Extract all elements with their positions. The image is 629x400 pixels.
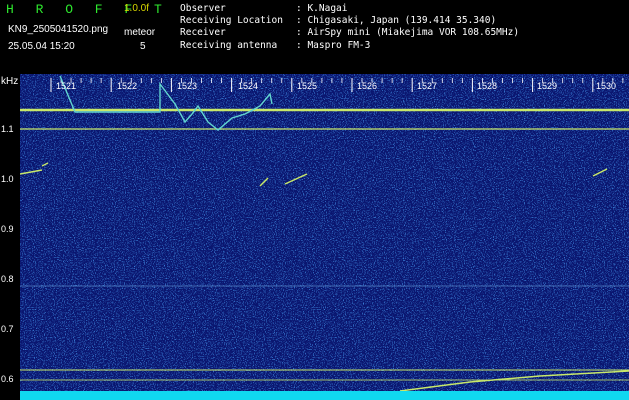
freq-label-0.7: 0.7: [1, 324, 14, 334]
time-label-1530: 1530: [596, 81, 616, 91]
filename-label: KN9_2505041520.png: [8, 24, 109, 35]
time-label-1527: 1527: [417, 81, 437, 91]
spectrogram: 1521 1522 1523 1524 1525 1526 1527 1528 …: [20, 74, 629, 400]
info-row-location: Receiving Location: Chigasaki, Japan (13…: [180, 15, 497, 27]
noise-texture: [20, 74, 629, 400]
header-panel: H R O F F T 1.0.0f KN9_2505041520.png me…: [0, 0, 629, 74]
version-label: 1.0.0f: [124, 3, 150, 14]
time-label-1529: 1529: [537, 81, 557, 91]
info-row-receiver: Receiver: AirSpy mini (Miakejima VOR 108…: [180, 27, 520, 39]
freq-label-0.9: 0.9: [1, 224, 14, 234]
frequency-axis: 1.1 1.0 0.9 0.8 0.7 0.6: [0, 74, 20, 400]
time-label-1528: 1528: [477, 81, 497, 91]
time-label-1522: 1522: [117, 81, 137, 91]
time-label-1521: 1521: [56, 81, 76, 91]
info-row-antenna: Receiving antenna: Maspro FM-3: [180, 39, 371, 51]
meteor-count: 5: [140, 41, 146, 52]
datetime-label: 25.05.04 15:20: [8, 41, 75, 52]
freq-label-0.8: 0.8: [1, 274, 14, 284]
noise-floor-band: [20, 391, 629, 400]
time-label-1524: 1524: [238, 81, 258, 91]
time-label-1523: 1523: [177, 81, 197, 91]
meteor-label: meteor: [124, 27, 156, 38]
freq-label-1.1: 1.1: [1, 124, 14, 134]
info-row-observer: Observer: K.Nagai: [180, 3, 348, 14]
freq-label-0.6: 0.6: [1, 374, 14, 384]
station-info: Observer: K.Nagai Receiving Location: Ch…: [180, 3, 519, 52]
time-label-1525: 1525: [297, 81, 317, 91]
freq-label-1.0: 1.0: [1, 174, 14, 184]
unit-label: kHz: [1, 76, 19, 87]
time-label-1526: 1526: [357, 81, 377, 91]
